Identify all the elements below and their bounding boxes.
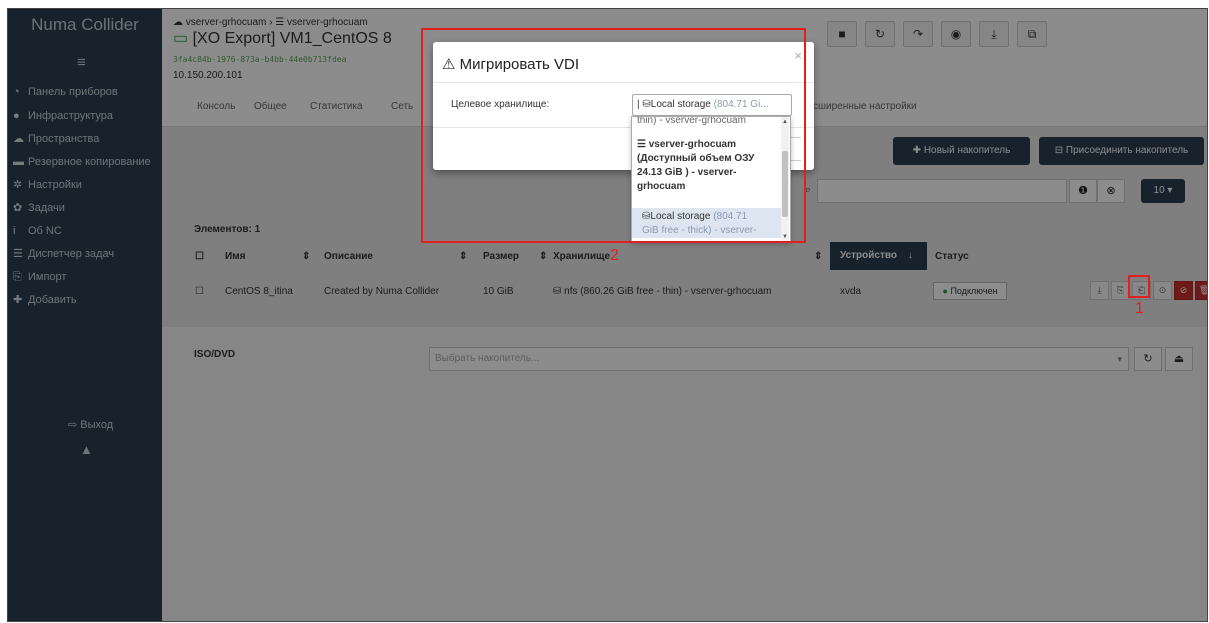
annotation-number-2: 2 bbox=[610, 247, 619, 264]
annotation-number-1: 1 bbox=[1135, 300, 1144, 317]
app-window: Numa Collider ≡ ◔ Панель приборов ● Инфрас… bbox=[7, 8, 1208, 622]
annotation-box-1 bbox=[1128, 275, 1150, 298]
annotation-box-2 bbox=[421, 28, 806, 243]
